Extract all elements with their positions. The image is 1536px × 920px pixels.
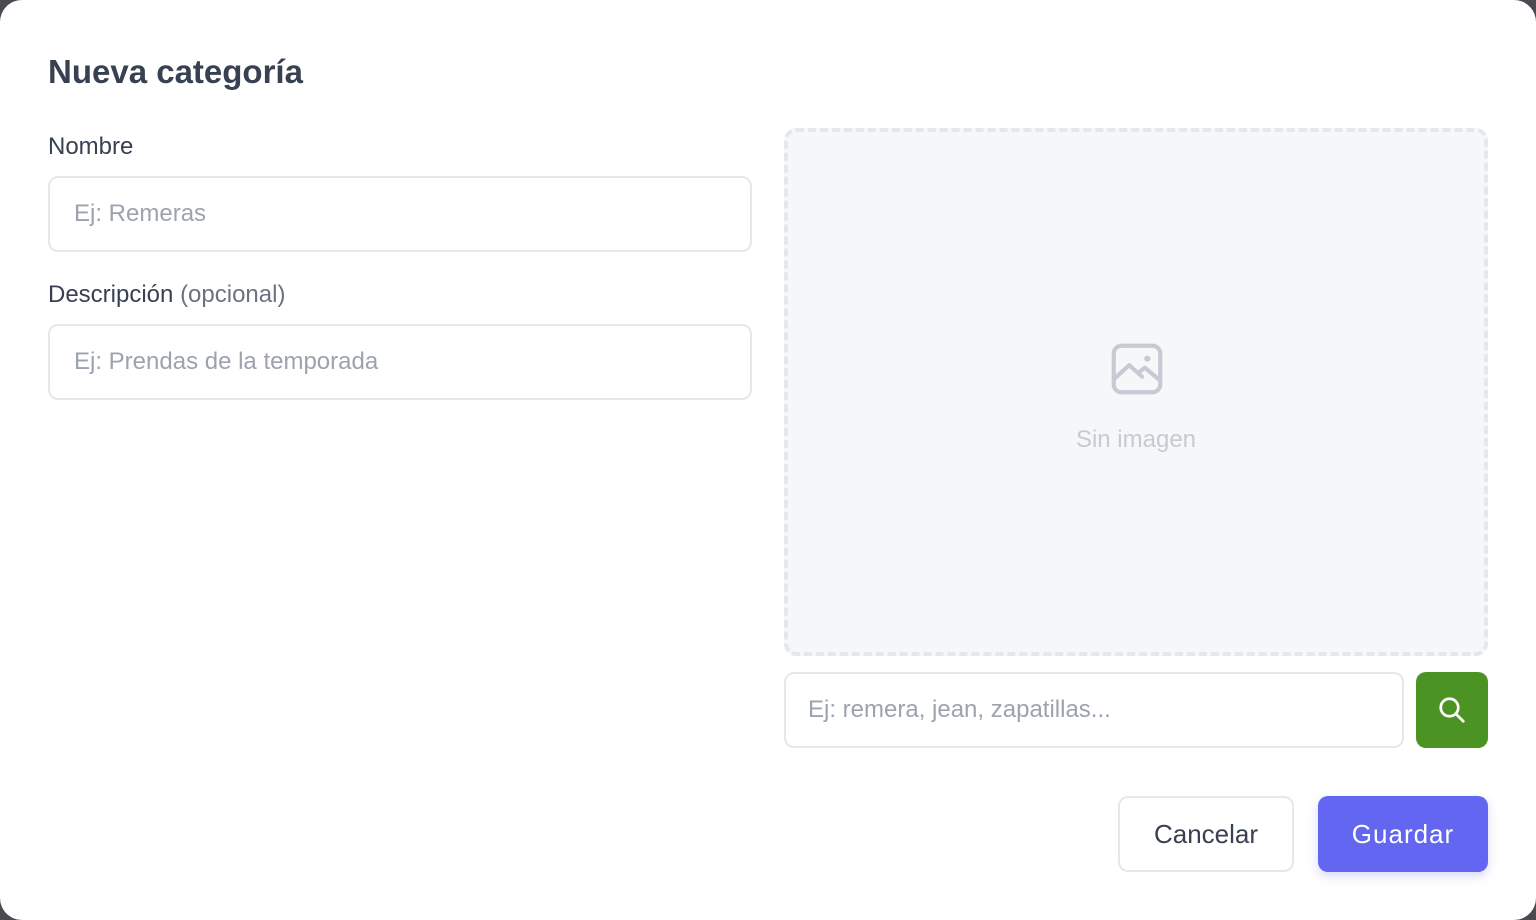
- no-image-text: Sin imagen: [1075, 426, 1197, 453]
- optional-hint: (opcional): [180, 281, 286, 308]
- modal-title: Nueva categoría: [48, 53, 303, 90]
- save-button[interactable]: Guardar: [1318, 796, 1488, 872]
- new-category-modal: Nueva categoría Nombre Descripción (opci…: [0, 0, 1536, 920]
- name-input[interactable]: [48, 176, 752, 252]
- description-label-text: Descripción: [48, 281, 174, 308]
- image-search-input[interactable]: [784, 672, 1404, 748]
- description-label: Descripción (opcional): [48, 279, 285, 311]
- image-placeholder-icon: [1111, 343, 1163, 395]
- description-input[interactable]: [48, 324, 752, 400]
- name-label: Nombre: [48, 133, 134, 160]
- image-dropzone[interactable]: Sin imagen: [784, 128, 1488, 656]
- cancel-button[interactable]: Cancelar: [1118, 796, 1294, 872]
- image-search-button[interactable]: [1416, 672, 1488, 748]
- search-icon: [1439, 697, 1465, 723]
